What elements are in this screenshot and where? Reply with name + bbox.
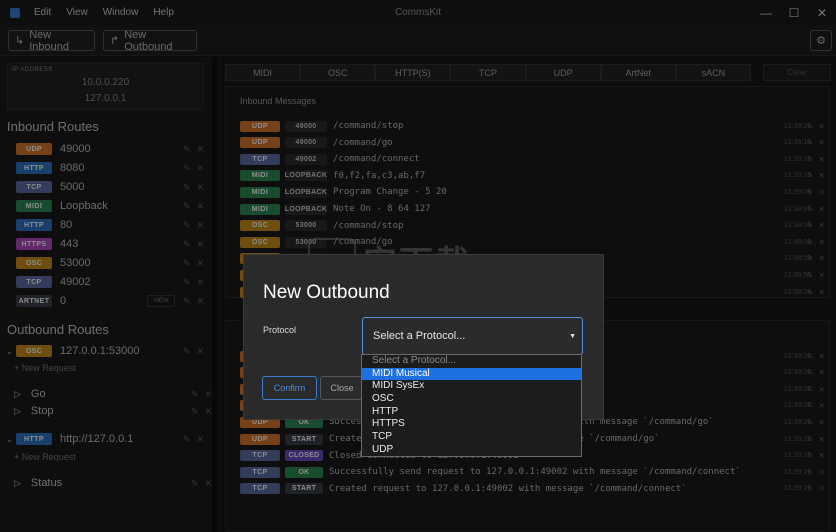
close-button[interactable]: Close	[320, 376, 364, 400]
caret-down-icon: ▼	[569, 332, 576, 340]
dropdown-option[interactable]: Select a Protocol...	[362, 355, 581, 368]
dropdown-option[interactable]: HTTP	[362, 406, 581, 419]
protocol-label: Protocol	[263, 325, 297, 335]
protocol-dropdown-list: Select a Protocol... MIDI Musical MIDI S…	[361, 354, 582, 457]
dropdown-option[interactable]: HTTPS	[362, 418, 581, 431]
dropdown-option[interactable]: MIDI SysEx	[362, 380, 581, 393]
protocol-select[interactable]: Select a Protocol... ▼	[362, 317, 583, 355]
dialog-title: New Outbound	[263, 282, 390, 303]
confirm-button[interactable]: Confirm	[262, 376, 317, 400]
dropdown-option[interactable]: UDP	[362, 444, 581, 457]
dropdown-option[interactable]: OSC	[362, 393, 581, 406]
dropdown-option[interactable]: MIDI Musical	[362, 367, 581, 381]
protocol-select-value: Select a Protocol...	[373, 330, 466, 342]
dropdown-option[interactable]: TCP	[362, 431, 581, 444]
